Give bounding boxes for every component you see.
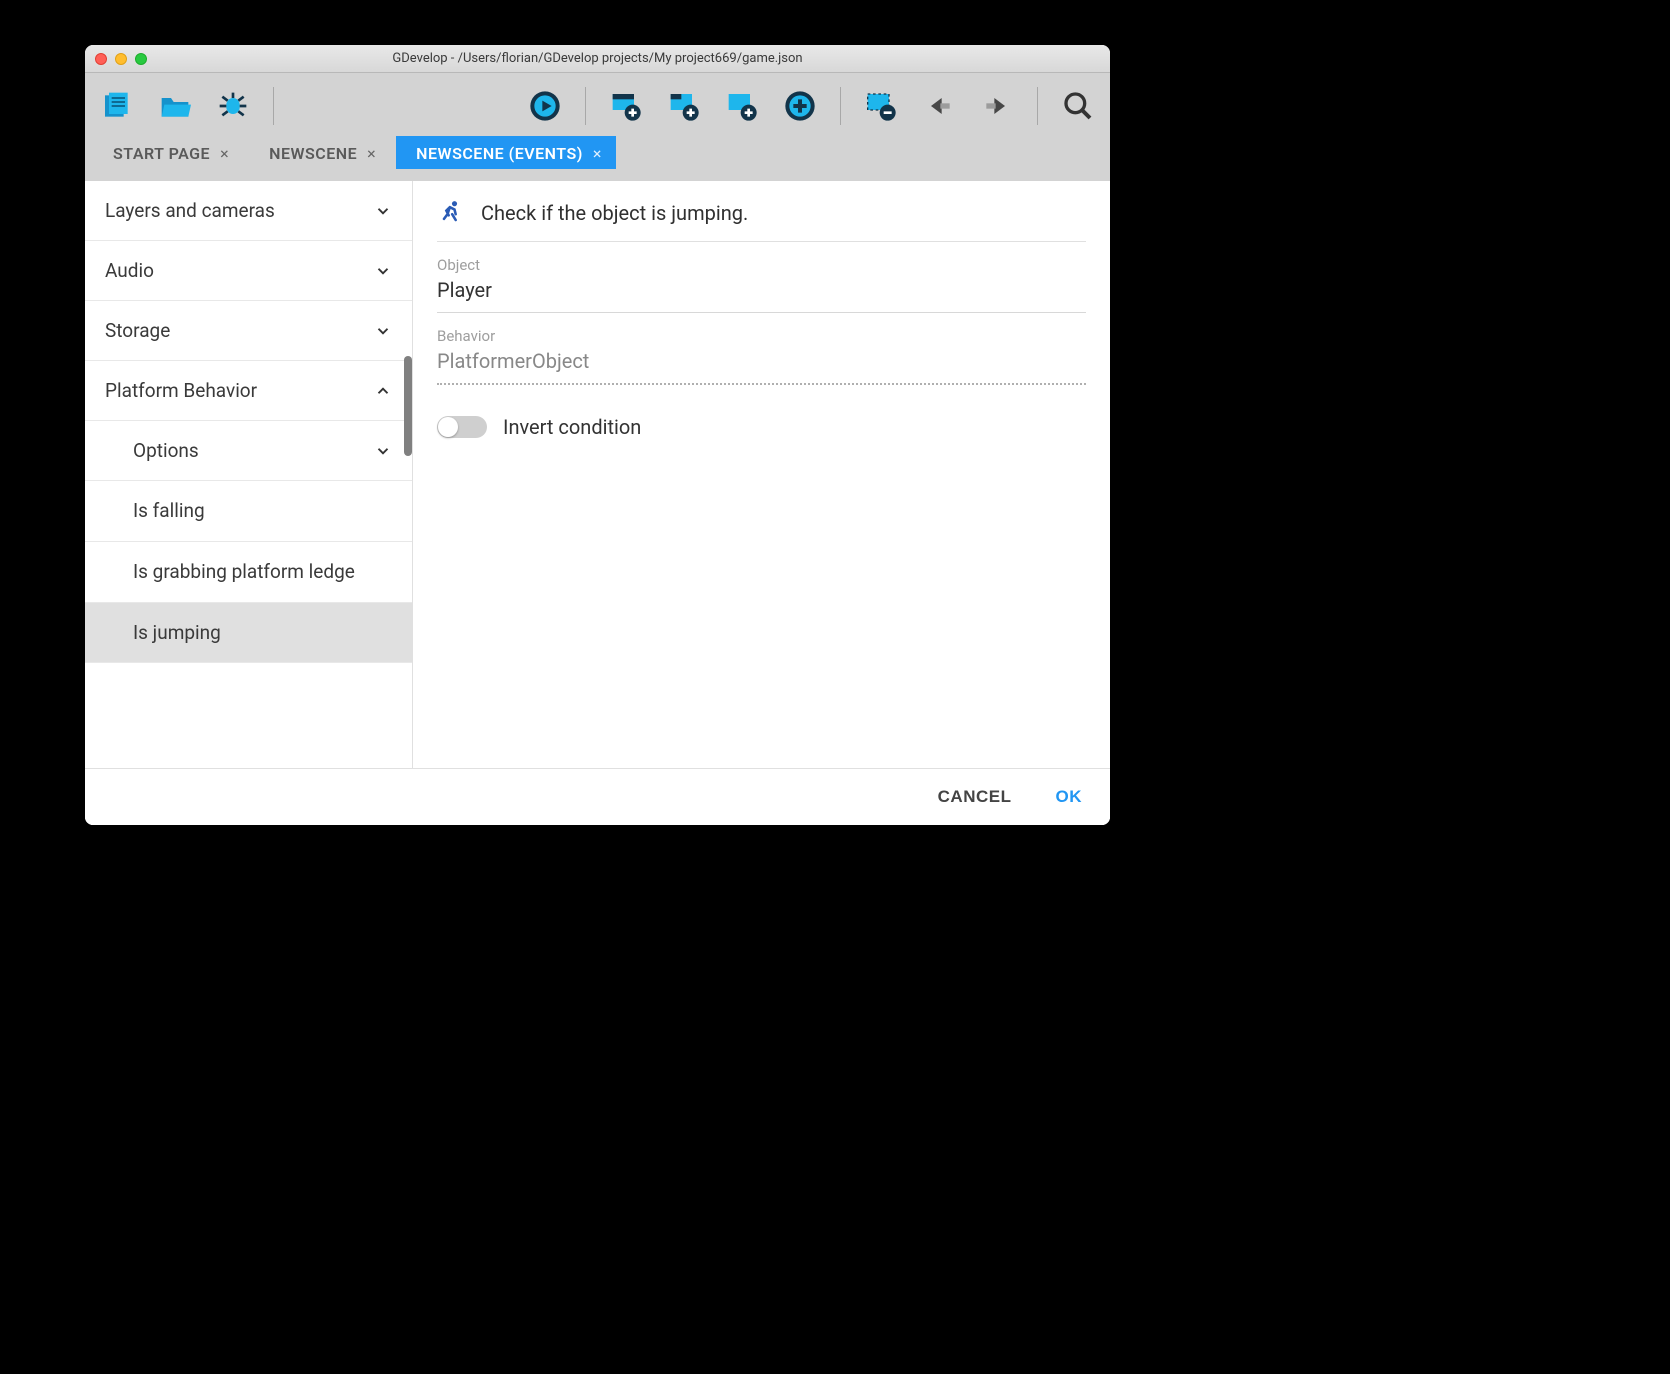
- editor-chrome: START PAGE × NEWSCENE × NEWSCENE (EVENTS…: [85, 73, 1110, 181]
- toolbar-separator: [273, 87, 274, 125]
- condition-category-list: Layers and cameras Audio Storage Platfor…: [85, 181, 413, 768]
- dialog-body: Layers and cameras Audio Storage Platfor…: [85, 181, 1110, 768]
- invert-condition-row: Invert condition: [437, 415, 1086, 439]
- category-layers-cameras[interactable]: Layers and cameras: [85, 181, 412, 241]
- category-label: Storage: [105, 319, 170, 342]
- close-window-button[interactable]: [95, 53, 107, 65]
- cancel-button[interactable]: CANCEL: [938, 787, 1012, 807]
- invert-condition-label: Invert condition: [503, 415, 641, 439]
- toolbar-separator: [840, 87, 841, 125]
- window-title: GDevelop - /Users/florian/GDevelop proje…: [85, 51, 1110, 66]
- delete-event-icon[interactable]: [863, 88, 899, 124]
- dialog-footer: CANCEL OK: [85, 768, 1110, 825]
- object-field-label: Object: [437, 256, 1086, 274]
- invert-condition-toggle[interactable]: [437, 416, 487, 438]
- condition-is-grabbing-ledge[interactable]: Is grabbing platform ledge: [85, 542, 412, 603]
- project-manager-icon[interactable]: [99, 88, 135, 124]
- category-storage[interactable]: Storage: [85, 301, 412, 361]
- chevron-down-icon: [374, 322, 392, 340]
- close-tab-icon[interactable]: ×: [593, 144, 602, 163]
- tab-label: NEWSCENE (EVENTS): [416, 144, 583, 163]
- toolbar-separator: [585, 87, 586, 125]
- category-label: Platform Behavior: [105, 379, 257, 402]
- condition-title: Check if the object is jumping.: [481, 201, 748, 225]
- condition-editor-dialog: Layers and cameras Audio Storage Platfor…: [85, 181, 1110, 825]
- leaf-label: Is grabbing platform ledge: [133, 560, 355, 583]
- open-project-icon[interactable]: [157, 88, 193, 124]
- running-person-icon: [437, 199, 465, 227]
- behavior-field-label: Behavior: [437, 327, 1086, 345]
- sidebar-scrollbar-thumb[interactable]: [404, 356, 412, 456]
- toolbar: [85, 73, 1110, 133]
- condition-form: Check if the object is jumping. Object P…: [413, 181, 1110, 768]
- category-platform-behavior[interactable]: Platform Behavior: [85, 361, 412, 421]
- category-label: Audio: [105, 259, 154, 282]
- play-icon[interactable]: [527, 88, 563, 124]
- chevron-down-icon: [374, 262, 392, 280]
- add-event-icon[interactable]: [782, 88, 818, 124]
- add-scene-icon[interactable]: [608, 88, 644, 124]
- toggle-knob: [438, 417, 458, 437]
- condition-is-jumping[interactable]: Is jumping: [85, 603, 412, 664]
- close-tab-icon[interactable]: ×: [367, 144, 376, 163]
- tab-newscene-events[interactable]: NEWSCENE (EVENTS) ×: [396, 136, 616, 169]
- subcategory-options[interactable]: Options: [85, 421, 412, 481]
- tab-newscene[interactable]: NEWSCENE ×: [249, 136, 390, 169]
- search-icon[interactable]: [1060, 88, 1096, 124]
- tab-start-page[interactable]: START PAGE ×: [93, 136, 243, 169]
- object-field-value[interactable]: Player: [437, 274, 1086, 313]
- add-external-events-icon[interactable]: [724, 88, 760, 124]
- condition-header: Check if the object is jumping.: [437, 199, 1086, 242]
- titlebar: GDevelop - /Users/florian/GDevelop proje…: [85, 45, 1110, 73]
- ok-button[interactable]: OK: [1056, 787, 1083, 807]
- condition-is-falling[interactable]: Is falling: [85, 481, 412, 542]
- window-controls: [95, 53, 147, 65]
- debug-icon[interactable]: [215, 88, 251, 124]
- chevron-down-icon: [374, 202, 392, 220]
- tab-bar: START PAGE × NEWSCENE × NEWSCENE (EVENTS…: [85, 133, 1110, 169]
- close-tab-icon[interactable]: ×: [220, 144, 229, 163]
- chevron-up-icon: [374, 382, 392, 400]
- category-label: Layers and cameras: [105, 199, 275, 222]
- application-window: GDevelop - /Users/florian/GDevelop proje…: [85, 45, 1110, 825]
- tab-label: START PAGE: [113, 144, 210, 163]
- leaf-label: Is falling: [133, 499, 205, 522]
- chevron-down-icon: [374, 442, 392, 460]
- add-external-layout-icon[interactable]: [666, 88, 702, 124]
- behavior-field-value[interactable]: PlatformerObject: [437, 345, 1086, 385]
- toolbar-separator: [1037, 87, 1038, 125]
- undo-icon[interactable]: [921, 88, 957, 124]
- redo-icon[interactable]: [979, 88, 1015, 124]
- leaf-label: Is jumping: [133, 621, 221, 644]
- minimize-window-button[interactable]: [115, 53, 127, 65]
- maximize-window-button[interactable]: [135, 53, 147, 65]
- subcategory-label: Options: [133, 439, 199, 462]
- tab-label: NEWSCENE: [269, 144, 357, 163]
- category-audio[interactable]: Audio: [85, 241, 412, 301]
